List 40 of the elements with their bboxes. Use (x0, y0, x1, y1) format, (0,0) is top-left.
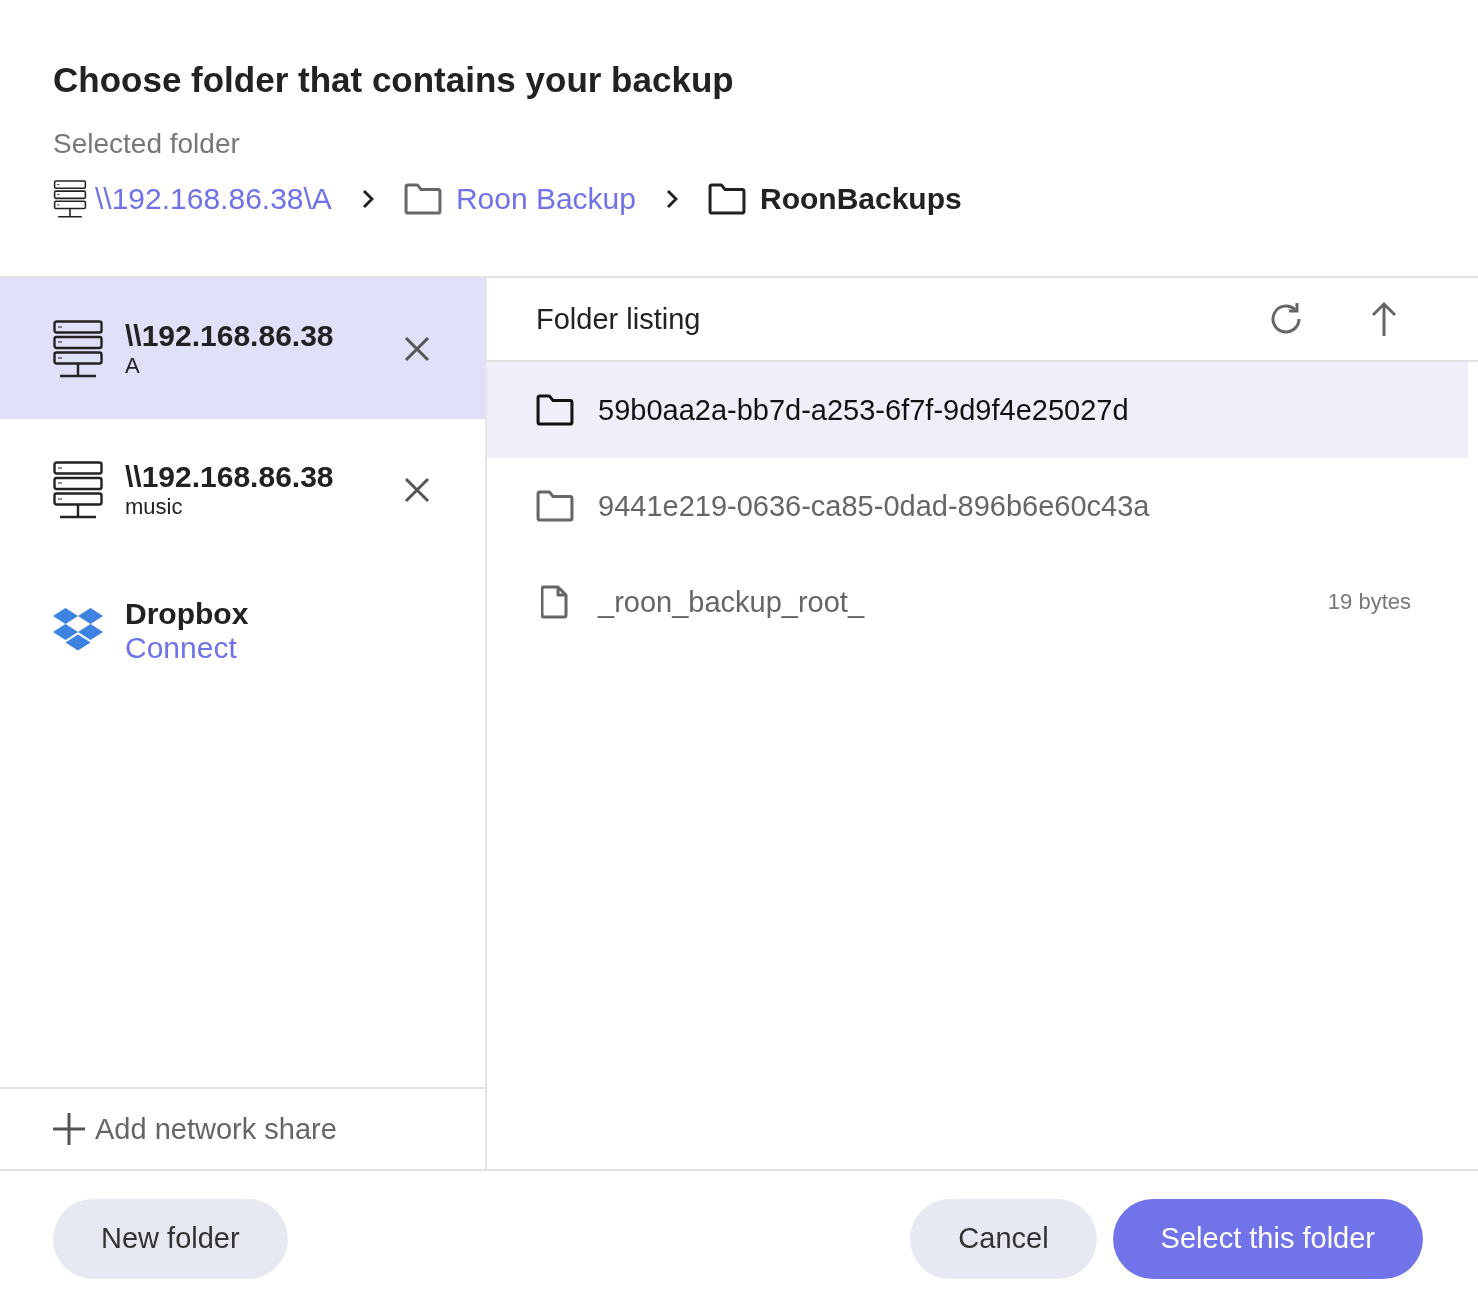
file-icon (541, 585, 569, 619)
service-name: Dropbox (125, 596, 250, 631)
source-item[interactable]: Dropbox Connect (0, 560, 485, 701)
plus-icon (53, 1113, 85, 1145)
chevron-right-icon (666, 188, 678, 210)
share-name: music (125, 493, 184, 520)
server-icon (53, 180, 87, 218)
share-address: \\192.168.86.38 (125, 459, 335, 494)
listing-row[interactable]: _roon_backup_root_ 19 bytes (487, 554, 1468, 650)
folder-icon (708, 183, 746, 215)
dialog-title: Choose folder that contains your backup (53, 59, 735, 101)
new-folder-button[interactable]: New folder (53, 1198, 288, 1279)
folder-icon (536, 490, 574, 522)
listing-row[interactable]: 59b0aa2a-bb7d-a253-6f7f-9d9f4e25027d (487, 362, 1468, 458)
share-address: \\192.168.86.38 (125, 318, 335, 353)
folder-listing-title: Folder listing (536, 302, 702, 336)
listing-row[interactable]: 9441e219-0636-ca85-0dad-896b6e60c43a (487, 458, 1468, 554)
cancel-button[interactable]: Cancel (910, 1198, 1097, 1279)
file-size: 19 bytes (1327, 589, 1411, 615)
server-icon (53, 319, 103, 378)
share-name: A (125, 352, 141, 379)
file-name: _roon_backup_root_ (598, 585, 866, 619)
close-icon[interactable] (404, 476, 430, 503)
add-network-share-button[interactable]: Add network share (0, 1087, 485, 1169)
folder-icon (403, 183, 442, 215)
connect-link[interactable]: Connect (125, 630, 432, 665)
arrow-up-icon[interactable] (1370, 301, 1398, 337)
server-icon (53, 460, 103, 519)
selected-folder-label: Selected folder (53, 128, 241, 160)
select-folder-button[interactable]: Select this folder (1112, 1198, 1423, 1279)
folder-icon (536, 394, 574, 426)
close-icon[interactable] (404, 335, 430, 362)
source-item[interactable]: \\192.168.86.38 music (0, 419, 485, 560)
breadcrumb-link[interactable]: \\192.168.86.38\A (95, 182, 332, 216)
breadcrumb-link[interactable]: Roon Backup (455, 182, 636, 216)
breadcrumb-link[interactable]: RoonBackups (760, 182, 962, 216)
chevron-right-icon (361, 188, 374, 210)
folder-name: 9441e219-0636-ca85-0dad-896b6e60c43a (598, 489, 1151, 523)
source-item[interactable]: \\192.168.86.38 A (0, 278, 485, 419)
folder-name: 59b0aa2a-bb7d-a253-6f7f-9d9f4e25027d (598, 393, 1130, 427)
